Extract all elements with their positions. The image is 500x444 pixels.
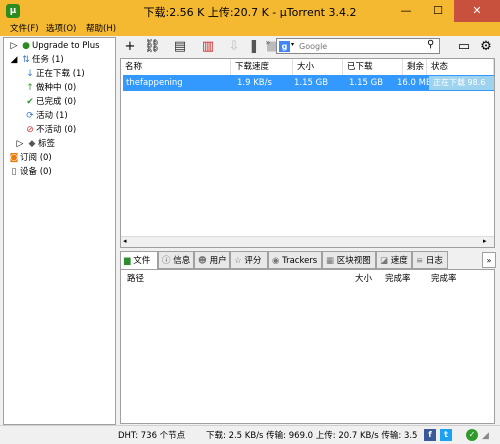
tab-trackers[interactable]: ◉ Trackers [268, 251, 322, 269]
status-ok-icon: ✓ [466, 429, 478, 441]
sidebar-item-active[interactable]: ⟳ 活动 (1) [24, 110, 68, 123]
more-arrows-icon[interactable]: » [260, 35, 276, 51]
scroll-right-icon[interactable]: ▸ [483, 237, 487, 245]
twitter-icon[interactable]: t [440, 429, 452, 441]
facebook-icon[interactable]: f [424, 429, 436, 441]
rating-icon: ☆ [234, 256, 242, 266]
add-link-icon[interactable]: ⛓ [144, 39, 161, 55]
delete-icon[interactable]: ▥ [200, 39, 216, 55]
column-header-progress[interactable]: 完成率 [385, 272, 411, 286]
sidebar-item-seeding[interactable]: ↑ 做种中 (0) [24, 82, 76, 95]
gear-icon[interactable]: ⚙ [478, 39, 494, 55]
device-icon: ▯ [11, 167, 17, 177]
google-icon[interactable]: g [279, 41, 290, 52]
search-icon[interactable]: ⚲ [427, 39, 434, 50]
search-box[interactable]: g ▾ ⚲ [276, 38, 440, 54]
window-title: 下载:2.56 K 上传:20.7 K - µTorrent 3.4.2 [143, 6, 357, 19]
dht-status: DHT: 736 个节点 [118, 431, 186, 441]
info-icon: ⓘ [162, 256, 171, 266]
refresh-icon: ⟳ [26, 111, 34, 121]
torrent-status: 正在下载 98.6 % [429, 76, 494, 101]
sidebar-item-feeds[interactable]: ◙ 订阅 (0) [8, 152, 52, 165]
column-header-down-speed[interactable]: 下载速度 [231, 59, 293, 75]
tab-speed[interactable]: ◪ 速度 [376, 251, 412, 269]
upload-arrow-icon: ↑ [26, 83, 34, 93]
resize-grip-icon[interactable]: ◢ [482, 431, 489, 441]
download-arrow-icon: ↓ [26, 69, 34, 79]
column-header-name[interactable]: 名称 [121, 59, 231, 75]
sidebar-item-tasks[interactable]: ◢ ⇅ 任务 (1) [8, 54, 64, 67]
log-icon: ≡ [416, 256, 424, 266]
scroll-left-icon[interactable]: ◂ [123, 237, 127, 245]
tab-ratings[interactable]: ☆ 评分 [230, 251, 268, 269]
column-header-path[interactable]: 路径 [127, 272, 144, 286]
column-header-size[interactable]: 大小 [293, 59, 343, 75]
collapse-arrow-icon: ◢ [10, 55, 18, 65]
column-header-size[interactable]: 大小 [355, 272, 372, 286]
table-row[interactable]: thefappening 1.9 KB/s 1.15 GB 1.15 GB 16… [123, 75, 494, 101]
close-button[interactable]: ✕ [454, 0, 500, 22]
column-header-downloaded[interactable]: 已下载 [343, 59, 403, 75]
sidebar: ▷ ● Upgrade to Plus ◢ ⇅ 任务 (1) ↓ 正在下载 (1) ↑ 做种… [3, 37, 116, 425]
files-pane: 路径 大小 完成率 完成率 [120, 269, 495, 424]
sidebar-item-devices[interactable]: ▯ 设备 (0) [8, 166, 52, 179]
checkmark-icon: ✔ [26, 97, 34, 107]
column-header-status[interactable]: 状态 [427, 59, 494, 75]
dropdown-arrow-icon[interactable]: ▾ [291, 41, 294, 48]
torrent-downloaded: 1.15 GB [349, 78, 384, 88]
collapse-pane-icon[interactable]: » [482, 252, 496, 268]
transfer-icon: ⇅ [22, 55, 30, 65]
inactive-icon: ⊘ [26, 125, 34, 135]
utorrent-logo-icon: µ [6, 4, 20, 18]
search-input[interactable] [299, 40, 419, 53]
tab-info[interactable]: ⓘ 信息 [158, 251, 194, 269]
toolbar: + ⛓ ▤ ▥ ⇩ ❚ ■ » g ▾ ⚲ ▭ ⚙ [120, 37, 500, 57]
users-icon: ☻ [198, 256, 207, 266]
sidebar-item-labels[interactable]: ▷ ◆ 标签 [14, 138, 55, 151]
utorrent-plus-icon: ● [22, 41, 30, 51]
rss-icon: ◙ [9, 153, 19, 163]
add-torrent-icon[interactable]: + [122, 39, 138, 55]
tracker-icon: ◉ [272, 256, 280, 266]
tab-log[interactable]: ≡ 日志 [412, 251, 448, 269]
torrent-name: thefappening [126, 78, 183, 88]
torrent-list: 名称 下载速度 大小 已下载 剩余 状态 thefappening 1.9 KB… [120, 58, 495, 248]
sidebar-item-downloading[interactable]: ↓ 正在下载 (1) [24, 68, 85, 81]
expand-arrow-icon: ▷ [10, 41, 18, 51]
torrent-remaining: 16.0 MB [397, 78, 432, 88]
expand-arrow-icon: ▷ [16, 139, 24, 149]
maximize-button[interactable]: ☐ [422, 0, 454, 22]
detail-tabs: ▆ 文件 ⓘ 信息 ☻ 用户 ☆ 评分 ◉ Trackers ▦ 区块视图 ◪ … [120, 251, 500, 269]
menu-bar: 文件(F) 选项(O) 帮助(H) [0, 22, 500, 36]
sidebar-item-completed[interactable]: ✔ 已完成 (0) [24, 96, 76, 109]
minimize-button[interactable]: — [390, 0, 422, 22]
menu-options[interactable]: 选项(O) [44, 22, 78, 36]
status-bar: DHT: 736 个节点 下载: 2.5 KB/s 传输: 969.0 上传: … [0, 425, 500, 444]
remote-screen-icon[interactable]: ▭ [456, 39, 472, 55]
download-icon[interactable]: ⇩ [226, 39, 242, 55]
tag-icon: ◆ [28, 139, 36, 149]
menu-file[interactable]: 文件(F) [8, 22, 41, 36]
menu-help[interactable]: 帮助(H) [84, 22, 118, 36]
column-header-progress-2[interactable]: 完成率 [431, 272, 457, 286]
title-bar: µ 下载:2.56 K 上传:20.7 K - µTorrent 3.4.2 —… [0, 0, 500, 22]
tab-pieces[interactable]: ▦ 区块视图 [322, 251, 376, 269]
folder-icon: ▆ [124, 256, 131, 266]
tab-files[interactable]: ▆ 文件 [120, 251, 158, 269]
torrent-down-speed: 1.9 KB/s [237, 78, 272, 88]
speed-graph-icon: ◪ [380, 256, 389, 266]
pieces-icon: ▦ [326, 256, 335, 266]
column-header-remaining[interactable]: 剩余 [403, 59, 427, 75]
horizontal-scrollbar[interactable]: ◂ ▸ [121, 236, 494, 247]
torrent-size: 1.15 GB [294, 78, 329, 88]
transfer-status: 下载: 2.5 KB/s 传输: 969.0 上传: 20.7 KB/s 传输:… [206, 431, 420, 441]
sidebar-item-inactive[interactable]: ⊘ 不活动 (0) [24, 124, 76, 137]
create-torrent-icon[interactable]: ▤ [172, 39, 188, 55]
sidebar-item-upgrade[interactable]: ▷ ● Upgrade to Plus [8, 40, 100, 53]
tab-peers[interactable]: ☻ 用户 [194, 251, 230, 269]
